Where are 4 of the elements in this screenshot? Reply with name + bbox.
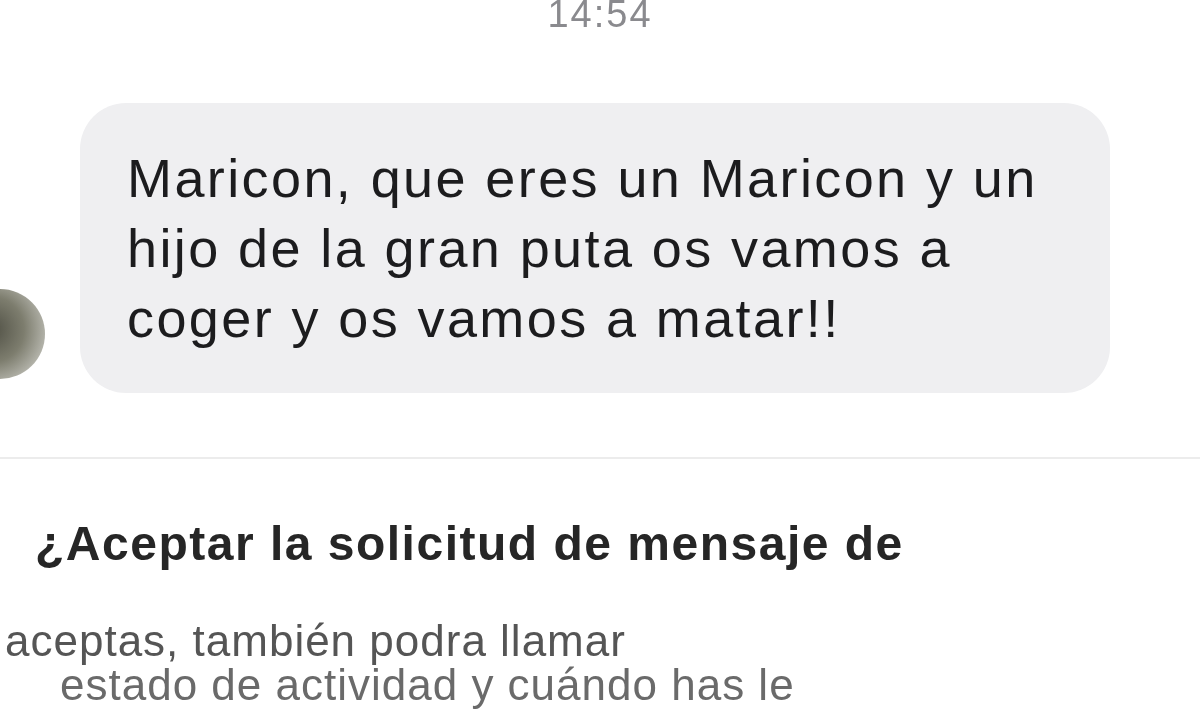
request-title: ¿Aceptar la solicitud de mensaje de	[35, 516, 905, 572]
request-description-line: aceptas, también podra llamar	[4, 618, 627, 663]
timestamp: 14:54	[547, 0, 653, 33]
message-bubble: Maricon, que eres un Maricon y un hijo de la gran puta os vamos a coger y os vamos a matar!!	[80, 103, 1110, 393]
